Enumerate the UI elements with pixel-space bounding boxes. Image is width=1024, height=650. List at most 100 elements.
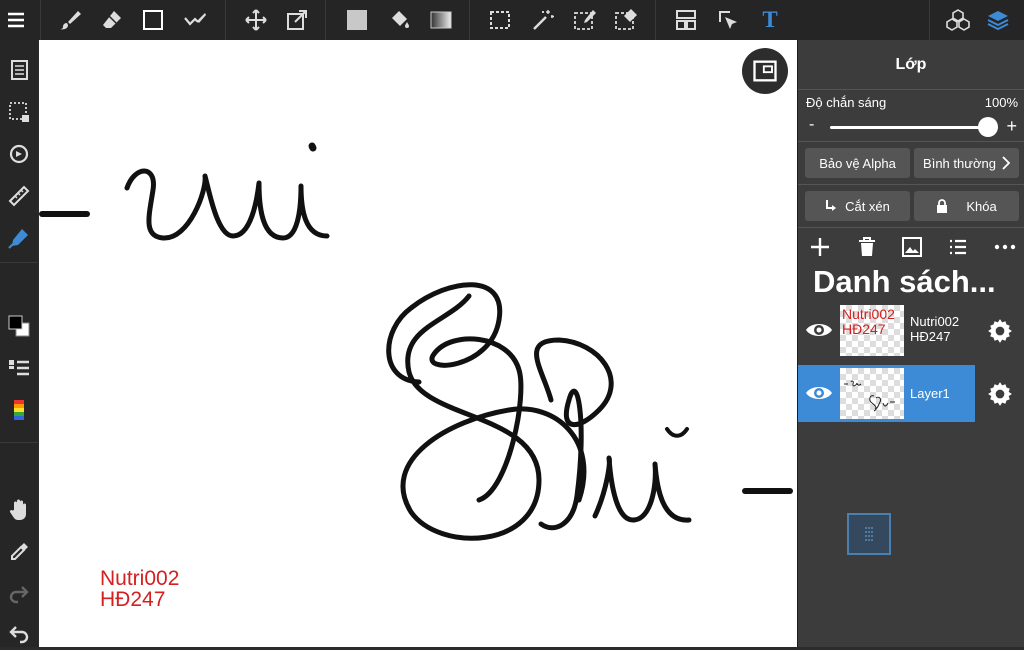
materials-icon[interactable]: [942, 4, 974, 36]
tool-divider: [0, 442, 38, 443]
add-layer-icon[interactable]: [808, 235, 832, 259]
lock-icon: [937, 199, 948, 213]
toolbar-divider: [325, 0, 326, 40]
layer-thumbnail-strokes: [844, 380, 895, 412]
toolbar-divider: [929, 0, 930, 40]
rectangle-icon[interactable]: [137, 4, 169, 36]
brush-settings-icon[interactable]: [179, 4, 211, 36]
layer-thumbnail: Nutri002 HĐ247: [840, 305, 904, 356]
layer-list-icon[interactable]: [3, 352, 35, 384]
blend-row: Bảo vệ Alpha Bình thường: [798, 142, 1024, 184]
drawing-canvas[interactable]: Nutri002 HĐ247: [39, 40, 797, 647]
text-tool-glyph: T: [762, 7, 778, 32]
layer-row[interactable]: Nutri002 HĐ247 Nutri002 HĐ247: [798, 302, 1024, 359]
script-ui: [592, 455, 692, 523]
blend-mode-button[interactable]: Bình thường: [914, 148, 1019, 178]
undo-icon[interactable]: [3, 618, 35, 650]
layer-drag-handle[interactable]: [847, 513, 891, 555]
eyedropper-icon[interactable]: [3, 536, 35, 568]
text-tool-icon[interactable]: T: [754, 4, 786, 36]
toolbar-divider: [225, 0, 226, 40]
delete-layer-icon[interactable]: [855, 235, 879, 259]
gradient-icon[interactable]: [425, 4, 457, 36]
clipping-icon: [826, 200, 837, 211]
layer-thumbnail: [840, 368, 904, 419]
select-dotted-icon[interactable]: [3, 96, 35, 128]
slider-track[interactable]: [830, 126, 988, 129]
slider-plus-button[interactable]: +: [1006, 116, 1017, 137]
watermark-line-2: HĐ247: [100, 588, 166, 611]
opacity-slider[interactable]: - +: [798, 113, 1024, 141]
lock-button[interactable]: Khóa: [914, 191, 1019, 221]
lock-label: Khóa: [966, 198, 997, 214]
eraser-icon[interactable]: [96, 4, 128, 36]
layer-settings-button[interactable]: [975, 365, 1024, 422]
select-pen-icon[interactable]: [569, 4, 601, 36]
panel-title: Lớp: [798, 40, 1024, 90]
magic-wand-icon[interactable]: [527, 4, 559, 36]
layer-panel: Lớp Độ chắn sáng 100% - + Bảo vệ Alpha B…: [797, 40, 1024, 647]
bucket-icon[interactable]: [383, 4, 415, 36]
blend-mode-label: Bình thường: [923, 155, 996, 171]
top-toolbar: T: [0, 0, 1024, 40]
hand-icon[interactable]: [3, 494, 35, 526]
pages-icon[interactable]: [3, 54, 35, 86]
alpha-protect-button[interactable]: Bảo vệ Alpha: [805, 148, 910, 178]
visibility-eye-icon[interactable]: [804, 318, 834, 342]
thumb-text-line-2: HĐ247: [842, 321, 886, 337]
alpha-protect-label: Bảo vệ Alpha: [819, 155, 896, 171]
left-toolbar: [0, 40, 38, 647]
layers-icon[interactable]: [982, 4, 1014, 36]
layout-icon[interactable]: [670, 4, 702, 36]
layer-thumbnail-text: Nutri002 HĐ247: [842, 307, 895, 337]
opacity-label: Độ chắn sáng: [806, 95, 887, 110]
brush-icon[interactable]: [54, 4, 86, 36]
gear-icon: [988, 318, 1012, 343]
ruler-icon[interactable]: [3, 180, 35, 212]
select-rect-icon[interactable]: [484, 4, 516, 36]
thumb-text-line-1: Nutri002: [842, 306, 895, 322]
layer-name: Nutri002 HĐ247: [910, 314, 960, 344]
pen-icon[interactable]: [3, 222, 35, 254]
rotate-icon[interactable]: [3, 138, 35, 170]
opacity-row: Độ chắn sáng 100%: [798, 93, 1024, 113]
menu-icon[interactable]: [0, 4, 32, 36]
clip-lock-row: Cắt xén Khóa: [798, 185, 1024, 227]
tool-divider: [0, 262, 38, 263]
navigator-icon: [753, 60, 777, 82]
more-icon[interactable]: [993, 235, 1017, 259]
toolbar-divider: [655, 0, 656, 40]
layer-list-title: Danh sách...: [813, 266, 996, 298]
select-layer-icon[interactable]: [712, 4, 744, 36]
toolbar-divider: [40, 0, 41, 40]
handwriting-strokes: [39, 142, 793, 541]
word-stroke-vui: [124, 168, 330, 241]
redo-icon[interactable]: [3, 578, 35, 610]
layer-actions: [798, 228, 1024, 266]
toolbar-divider: [469, 0, 470, 40]
chevron-right-icon: [1002, 156, 1010, 170]
watermark-text: Nutri002 HĐ247: [100, 568, 179, 610]
layer-row[interactable]: Layer1: [798, 365, 1024, 422]
dot-stroke: [308, 142, 317, 152]
fill-color-icon[interactable]: [341, 4, 373, 36]
color-swatch-icon[interactable]: [3, 310, 35, 342]
select-eraser-icon[interactable]: [610, 4, 642, 36]
image-layer-icon[interactable]: [900, 235, 924, 259]
slider-minus-button[interactable]: -: [809, 116, 814, 134]
transform-icon[interactable]: [281, 4, 313, 36]
move-icon[interactable]: [240, 4, 272, 36]
visibility-eye-icon[interactable]: [804, 381, 834, 405]
clipping-button[interactable]: Cắt xén: [805, 191, 910, 221]
gear-icon: [988, 381, 1012, 406]
layer-name: Layer1: [910, 386, 950, 401]
navigator-button[interactable]: [742, 48, 788, 94]
grip-dots-icon: [865, 527, 873, 541]
watermark-line-1: Nutri002: [100, 567, 180, 590]
color-palette-icon[interactable]: [3, 394, 35, 426]
layer-list-view-icon[interactable]: [946, 235, 970, 259]
opacity-value: 100%: [984, 95, 1018, 110]
layer-settings-button[interactable]: [975, 302, 1024, 359]
slider-knob[interactable]: [978, 117, 998, 137]
breve-stroke: [665, 427, 689, 438]
